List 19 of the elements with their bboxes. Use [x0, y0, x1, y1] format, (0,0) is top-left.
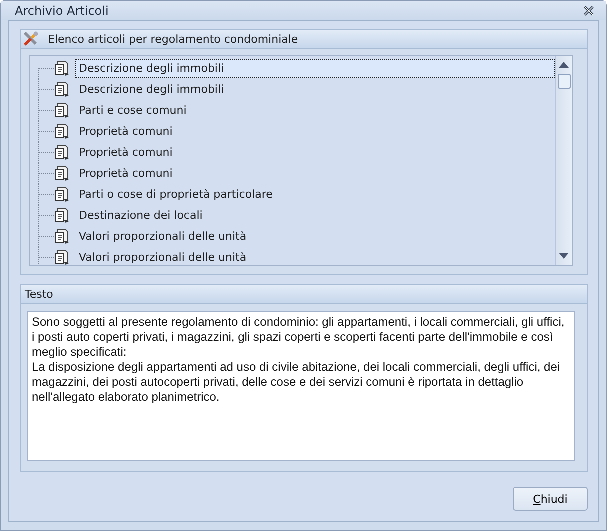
tree-item[interactable]: Valori proporzionali delle unità — [75, 227, 555, 246]
close-icon[interactable] — [582, 4, 596, 18]
tree-item[interactable]: Proprietà comuni — [75, 164, 555, 183]
window-title: Archivio Articoli — [15, 4, 110, 18]
panel-title: Elenco articoli per regolamento condominiale — [47, 32, 298, 46]
text-area[interactable]: Sono soggetti al presente regolamento di condominio: gli appartamenti, i locali commerciali, gli uffici, i posti auto coperti privati, i magazzini, gli spazi coperti e scoperti facenti parte dell'immobile e così meglio specificati: La disposizione degli appartamenti ad uso di civile abitazione, dei locali commerciali, degli uffici, dei magazzini, dei posti autocoperti privati, delle cose e dei servizi comuni è riportata in dettaglio nell'allegato elaborato planimetrico. — [27, 311, 575, 461]
tree-item[interactable]: Valori proporzionali delle unità — [75, 248, 555, 265]
panel-title: Testo — [24, 288, 54, 300]
scroll-thumb[interactable] — [558, 74, 570, 89]
tree-item[interactable]: Descrizione degli immobili — [75, 59, 555, 78]
tree-item[interactable]: Parti e cose comuni — [75, 101, 555, 120]
tree-item[interactable]: Parti o cose di proprietà particolare — [75, 185, 555, 204]
tree-item[interactable]: Proprietà comuni — [75, 143, 555, 162]
close-button[interactable]: Chiudi — [513, 487, 588, 511]
scrollbar[interactable] — [555, 56, 572, 265]
tree-item[interactable]: Descrizione degli immobili — [75, 80, 555, 99]
tools-icon — [23, 31, 40, 47]
tree-item[interactable]: Proprietà comuni — [75, 122, 555, 141]
tree-item[interactable]: Destinazione dei locali — [75, 206, 555, 225]
